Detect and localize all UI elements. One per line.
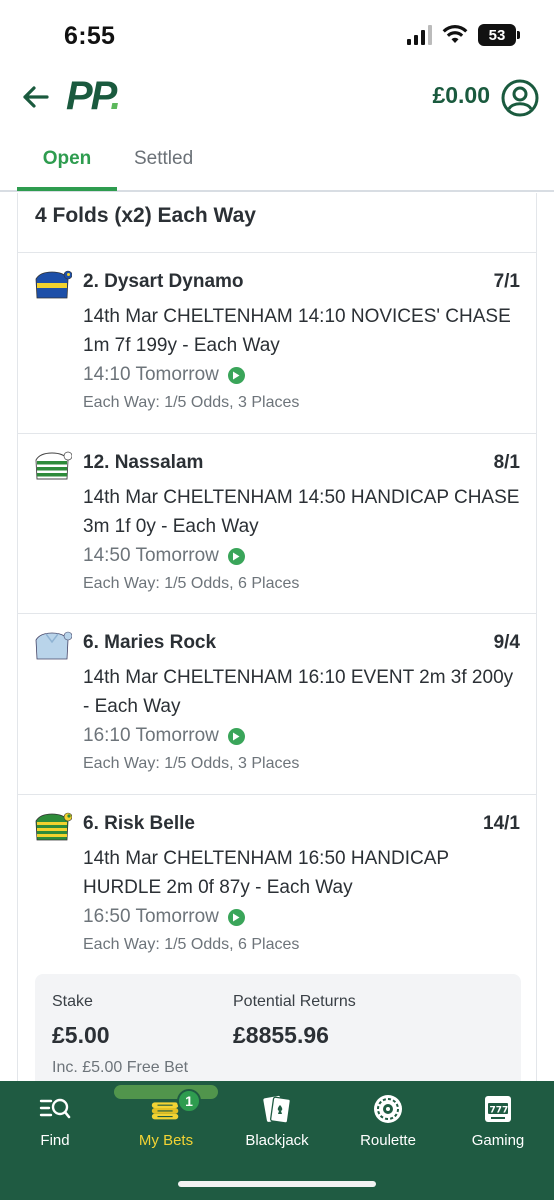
race-time: 14:10 Tomorrow: [83, 364, 219, 385]
bet-card[interactable]: 4 Folds (x2) Each Way 2. Dysart Dynamo 7…: [17, 193, 537, 1094]
selection-odds: 9/4: [493, 632, 520, 653]
home-indicator[interactable]: [178, 1181, 376, 1187]
selection-item[interactable]: 6. Risk Belle 14/1 14th Mar CHELTENHAM 1…: [18, 795, 536, 975]
svg-text:777: 777: [490, 1106, 509, 1116]
each-way-terms: Each Way: 1/5 Odds, 3 Places: [83, 755, 300, 772]
jockey-silks-icon: [35, 631, 72, 660]
play-icon[interactable]: [227, 727, 245, 745]
status-time: 6:55: [64, 22, 116, 50]
each-way-terms: Each Way: 1/5 Odds, 6 Places: [83, 936, 300, 953]
race-time: 16:10 Tomorrow: [83, 725, 219, 746]
account-button[interactable]: [500, 78, 540, 118]
selection-time: 14:50 Tomorrow: [83, 545, 245, 567]
free-bet-note: Inc. £5.00 Free Bet: [52, 1059, 189, 1076]
gaming-icon: 777: [481, 1093, 515, 1125]
jockey-silks-icon: [35, 812, 72, 841]
selection-name: 6. Maries Rock: [83, 632, 217, 653]
selection-odds: 14/1: [483, 813, 520, 834]
selection-event: 14th Mar CHELTENHAM 16:50 HANDICAP HURDL…: [83, 848, 449, 898]
stake-value: £5.00: [52, 1022, 110, 1048]
back-arrow-icon: [23, 86, 49, 108]
selection-item[interactable]: 12. Nassalam 8/1 14th Mar CHELTENHAM 14:…: [18, 434, 536, 614]
selection-time: 16:10 Tomorrow: [83, 725, 245, 747]
find-icon: [38, 1093, 72, 1125]
selection-name: 2. Dysart Dynamo: [83, 271, 244, 292]
race-time: 14:50 Tomorrow: [83, 545, 219, 566]
potential-returns-label: Potential Returns: [233, 993, 356, 1010]
stake-summary: Stake £5.00 Inc. £5.00 Free Bet Potentia…: [35, 974, 521, 1094]
nav-gaming-label: Gaming: [471, 1132, 525, 1149]
selection-time: 14:10 Tomorrow: [83, 364, 245, 386]
stake-label: Stake: [52, 993, 93, 1010]
each-way-terms: Each Way: 1/5 Odds, 3 Places: [83, 394, 300, 411]
nav-my-bets-label: My Bets: [138, 1132, 194, 1149]
play-icon[interactable]: [227, 547, 245, 565]
selection-event: 14th Mar CHELTENHAM 16:10 EVENT 2m 3f 20…: [83, 667, 514, 717]
status-bar: 6:55 53: [0, 0, 554, 72]
status-icons: 53: [407, 24, 520, 46]
play-icon[interactable]: [227, 908, 245, 926]
nav-find-label: Find: [40, 1132, 70, 1149]
nav-gaming[interactable]: 777 Gaming: [443, 1081, 553, 1161]
potential-returns-value: £8855.96: [233, 1022, 329, 1048]
selection-odds: 8/1: [493, 452, 520, 473]
selection-time: 16:50 Tomorrow: [83, 906, 245, 928]
nav-blackjack[interactable]: Blackjack: [222, 1081, 332, 1161]
jockey-silks-icon: [35, 270, 72, 299]
nav-my-bets[interactable]: My Bets: [111, 1081, 221, 1161]
app-header: PP. £0.00: [0, 72, 554, 124]
nav-roulette-label: Roulette: [360, 1132, 416, 1149]
nav-roulette[interactable]: Roulette: [333, 1081, 443, 1161]
roulette-icon: [371, 1093, 405, 1125]
jockey-silks-icon: [35, 451, 72, 480]
account-icon: [501, 79, 539, 117]
selection-event: 14th Mar CHELTENHAM 14:50 HANDICAP CHASE…: [83, 487, 520, 537]
tab-open[interactable]: Open: [17, 148, 117, 191]
nav-find[interactable]: Find: [0, 1081, 110, 1161]
my-bets-count-badge: 1: [177, 1089, 201, 1113]
back-button[interactable]: [18, 80, 52, 114]
blackjack-icon: [260, 1093, 294, 1125]
battery-icon: 53: [478, 24, 520, 46]
nav-blackjack-label: Blackjack: [245, 1132, 309, 1149]
selection-item[interactable]: 6. Maries Rock 9/4 14th Mar CHELTENHAM 1…: [18, 614, 536, 794]
play-icon[interactable]: [227, 366, 245, 384]
cellular-signal-icon: [407, 25, 432, 45]
selection-event: 14th Mar CHELTENHAM 14:10 NOVICES' CHASE…: [83, 306, 511, 356]
tab-settled[interactable]: Settled: [134, 148, 193, 170]
selection-odds: 7/1: [493, 271, 520, 292]
balance[interactable]: £0.00: [432, 82, 490, 109]
selection-name: 12. Nassalam: [83, 452, 204, 473]
selection-item[interactable]: 2. Dysart Dynamo 7/1 14th Mar CHELTENHAM…: [18, 253, 536, 433]
race-time: 16:50 Tomorrow: [83, 906, 219, 927]
each-way-terms: Each Way: 1/5 Odds, 6 Places: [83, 575, 300, 592]
wifi-icon: [442, 25, 468, 43]
bet-tabs: Open Settled: [0, 138, 554, 192]
selection-name: 6. Risk Belle: [83, 813, 195, 834]
bet-title: 4 Folds (x2) Each Way: [35, 204, 256, 227]
logo: PP.: [66, 74, 121, 118]
